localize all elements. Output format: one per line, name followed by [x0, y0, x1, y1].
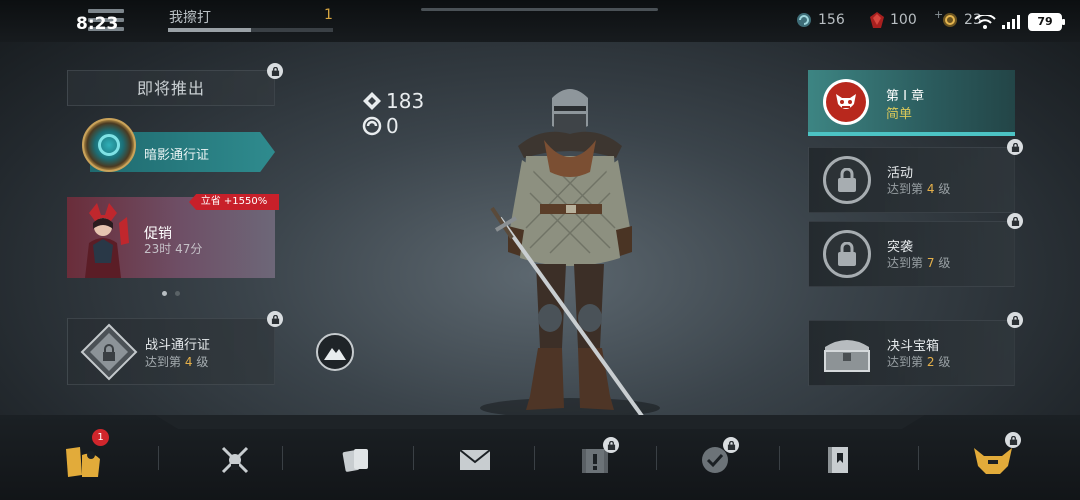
- sale-timer: 23时 47分: [144, 242, 203, 256]
- discount-ribbon: 立省 +1550%: [189, 194, 279, 210]
- raid-title: 突袭: [887, 240, 914, 255]
- lock-icon: [823, 230, 871, 278]
- hero-stats: 183 0: [362, 88, 424, 138]
- lock-icon: [267, 311, 283, 327]
- carousel-dot-active[interactable]: [162, 291, 167, 296]
- chest-icon: [824, 340, 870, 372]
- lock-icon: [603, 437, 619, 453]
- status-time: 8:23: [76, 14, 119, 34]
- mountain-button[interactable]: [316, 333, 354, 371]
- battle-pass-panel[interactable]: 战斗通行证 达到第 4 级: [67, 318, 275, 385]
- event-panel[interactable]: 活动 达到第 4 级: [808, 147, 1015, 213]
- crossed-swords-icon: [221, 446, 249, 474]
- coming-soon-label: 即将推出: [136, 79, 205, 98]
- nav-divider: [918, 446, 919, 470]
- player-level: 1: [324, 7, 333, 23]
- shadow-pass-button[interactable]: 暗影通行证: [70, 118, 275, 172]
- nav-journal[interactable]: [815, 437, 861, 483]
- drag-handle[interactable]: [421, 8, 658, 11]
- demon-mask-icon: [823, 79, 869, 125]
- clan-helmet-icon: [974, 448, 1012, 474]
- currency-gem[interactable]: 100: [870, 12, 917, 28]
- lock-icon: [267, 63, 283, 79]
- samurai-portrait-icon: [85, 203, 129, 278]
- nav-divider: [656, 446, 657, 470]
- currency-value: 156: [818, 12, 845, 28]
- battle-pass-requirement: 达到第 4 级: [145, 355, 209, 369]
- nav-divider: [413, 446, 414, 470]
- sale-card[interactable]: 立省 +1550% 促销 23时 47分: [67, 194, 279, 278]
- swirl-icon: [362, 116, 382, 135]
- carousel-dot[interactable]: [175, 291, 180, 296]
- lock-icon: [1005, 432, 1021, 448]
- journal-icon: [828, 447, 848, 473]
- signal-icon: [1002, 15, 1020, 29]
- nav-cards[interactable]: [333, 437, 379, 483]
- inventory-icon: [66, 447, 100, 477]
- nav-divider: [779, 446, 780, 470]
- mountain-icon: [324, 348, 346, 360]
- duel-chest-requirement: 达到第 2 级: [887, 355, 951, 369]
- battle-pass-diamond-icon: [80, 323, 138, 381]
- currency-value: 100: [890, 12, 917, 28]
- event-requirement: 达到第 4 级: [887, 182, 951, 196]
- swirl-coin-icon: [797, 13, 811, 27]
- duel-chest-panel[interactable]: 决斗宝箱 达到第 2 级: [808, 320, 1015, 386]
- hero-character[interactable]: [470, 78, 670, 418]
- cards-icon: [342, 449, 368, 472]
- event-title: 活动: [887, 166, 914, 181]
- power-diamond-icon: [363, 91, 381, 110]
- xp-bar-fill: [168, 28, 251, 32]
- shadow-pass-medal-icon: [82, 118, 136, 172]
- battle-pass-title: 战斗通行证: [145, 338, 211, 353]
- raid-panel[interactable]: 突袭 达到第 7 级: [808, 221, 1015, 287]
- notification-badge: 1: [92, 429, 109, 446]
- power-value: 183: [386, 88, 425, 113]
- raid-requirement: 达到第 7 级: [887, 256, 951, 270]
- system-status: 79: [974, 13, 1065, 31]
- player-name[interactable]: 我擦打: [169, 7, 211, 27]
- power-stat: 183: [362, 88, 424, 113]
- wifi-icon: [974, 15, 996, 29]
- battery-indicator: 79: [1028, 13, 1065, 31]
- nav-mail[interactable]: [452, 437, 498, 483]
- lock-icon: [723, 437, 739, 453]
- currency-swirl[interactable]: 156: [796, 12, 845, 28]
- lock-icon: [823, 156, 871, 204]
- swirl-stat: 0: [362, 113, 424, 138]
- chapter-difficulty: 简单: [886, 107, 913, 122]
- duel-chest-title: 决斗宝箱: [887, 339, 940, 354]
- nav-fight[interactable]: [212, 437, 258, 483]
- swirl-value: 0: [386, 113, 399, 138]
- red-gem-icon: [870, 12, 884, 28]
- bottom-nav-shade: [155, 415, 925, 429]
- lock-icon: [1007, 213, 1023, 229]
- gold-ring-icon: [943, 13, 957, 27]
- xp-bar: [168, 28, 333, 32]
- top-bar: [0, 0, 1080, 42]
- nav-divider: [282, 446, 283, 470]
- lock-icon: [1007, 139, 1023, 155]
- shadow-pass-label: 暗影通行证: [144, 148, 210, 163]
- nav-divider: [158, 446, 159, 470]
- chapter-title: 第 I 章: [886, 89, 925, 104]
- lock-icon: [1007, 312, 1023, 328]
- nav-divider: [534, 446, 535, 470]
- carousel-dots: [162, 291, 180, 296]
- chapter-progress-bar: [808, 132, 1015, 136]
- mail-icon: [459, 449, 491, 470]
- coming-soon-panel[interactable]: 即将推出: [67, 70, 275, 106]
- chapter-campaign-button[interactable]: 第 I 章 简单: [808, 70, 1015, 136]
